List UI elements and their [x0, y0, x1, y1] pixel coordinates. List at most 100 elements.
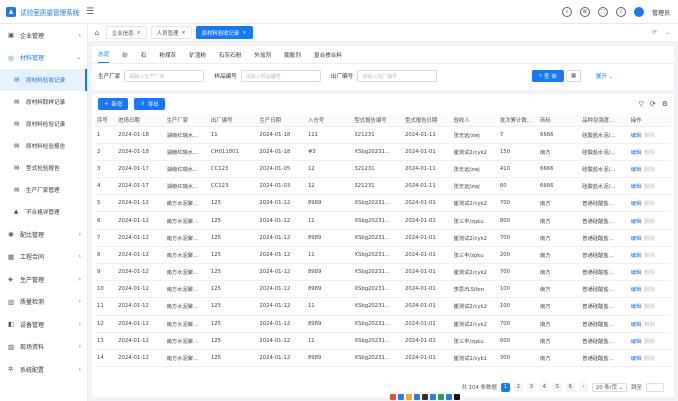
tray-icon[interactable]: [446, 394, 452, 400]
sidebar-item[interactable]: ◈ 生产管理 ›: [0, 268, 87, 291]
table-row[interactable]: 3 2024-01-17 湖南红瑞水... CC123 2024-01-05 12 3212…: [95, 160, 671, 179]
sidebar-item[interactable]: ◧ 设备管理 ›: [0, 313, 87, 336]
export-button[interactable]: ⇩ 导出: [134, 98, 165, 110]
jump-input[interactable]: [646, 382, 664, 392]
sidebar-subitem[interactable]: ▤ 原材料取样记录: [0, 91, 87, 113]
table-row[interactable]: 12 2024-01-12 南方水泥聚... 125 2024-01-12 8989 XSb…: [95, 315, 671, 333]
user-settings-icon[interactable]: ⚙: [579, 7, 590, 17]
sidebar-item[interactable]: ▦ 工程合同 ›: [0, 246, 87, 269]
table-row[interactable]: 6 2024-01-12 南方水泥聚... 125 2024-01-12 11 XSbg20…: [95, 211, 671, 230]
notification-icon[interactable]: ♪: [615, 7, 626, 17]
sidebar-subitem[interactable]: ▤ 原材料验收记录: [0, 69, 87, 91]
delete-link[interactable]: 删除: [644, 287, 655, 293]
page-button[interactable]: 2: [513, 382, 523, 392]
add-button[interactable]: + 新增: [98, 98, 129, 110]
table-row[interactable]: 11 2024-01-12 南方水泥聚... 125 2024-01-12 11 XSbg2…: [95, 297, 671, 316]
query-button[interactable]: ⌕ 查 询: [532, 70, 564, 82]
delete-link[interactable]: 删除: [644, 236, 655, 242]
edit-link[interactable]: 编辑: [631, 356, 642, 362]
delete-link[interactable]: 删除: [644, 184, 655, 190]
avatar[interactable]: [633, 7, 644, 17]
table-row[interactable]: 10 2024-01-12 南方水泥聚... 125 2024-01-12 8989 XSb…: [95, 280, 671, 299]
material-tab[interactable]: 矿渣粉: [189, 51, 206, 63]
delete-link[interactable]: 删除: [644, 253, 655, 259]
edit-link[interactable]: 编辑: [631, 304, 642, 310]
material-tab[interactable]: 石灰石粉: [219, 51, 241, 63]
material-tab[interactable]: 粉煤灰: [159, 51, 176, 63]
sidebar-item[interactable]: ◉ 配比管理 ›: [0, 223, 87, 246]
delete-link[interactable]: 删除: [644, 167, 655, 173]
edit-link[interactable]: 编辑: [631, 339, 642, 345]
page-tab[interactable]: 企业信息 ×: [106, 26, 147, 39]
delete-link[interactable]: 删除: [644, 219, 655, 225]
edit-link[interactable]: 编辑: [631, 322, 642, 328]
delete-link[interactable]: 删除: [644, 322, 655, 328]
material-tab[interactable]: 复合掺合料: [314, 51, 342, 63]
material-tab[interactable]: 水泥: [98, 50, 110, 63]
filter-input[interactable]: 请输入生产厂家: [124, 70, 205, 82]
tray-icon[interactable]: [390, 394, 396, 400]
table-row[interactable]: 1 2024-01-18 湖南红瑞水... 11 2024-01-18 111 321231…: [95, 126, 671, 144]
sidebar-subitem[interactable]: ▤ 型式检验报告: [0, 157, 87, 179]
tray-icon[interactable]: [430, 394, 436, 400]
edit-link[interactable]: 编辑: [631, 219, 642, 225]
reset-button[interactable]: ▦: [566, 70, 582, 82]
more-icon[interactable]: ⌄: [665, 29, 670, 36]
home-icon[interactable]: ⌂: [88, 29, 106, 37]
expand-button[interactable]: 展开 ⌄: [596, 72, 613, 80]
sidebar-item[interactable]: ▣ 企业管理 ›: [0, 24, 87, 47]
page-size-select[interactable]: 20 条/页 ⌄: [591, 382, 628, 392]
sidebar-item[interactable]: ▥ 质量检测 ›: [0, 291, 87, 314]
tray-icon[interactable]: [406, 394, 412, 400]
edit-link[interactable]: 编辑: [631, 287, 642, 293]
material-tab[interactable]: 外加剂: [254, 51, 271, 63]
delete-link[interactable]: 删除: [644, 133, 655, 139]
tray-icon[interactable]: [398, 394, 404, 400]
edit-link[interactable]: 编辑: [631, 133, 642, 139]
delete-link[interactable]: 删除: [644, 270, 655, 276]
page-button[interactable]: 3: [526, 382, 536, 392]
settings-icon[interactable]: ⚙: [662, 100, 668, 108]
close-icon[interactable]: ×: [242, 30, 246, 36]
sidebar-subitem[interactable]: ▤ 原材料检验报告: [0, 135, 87, 157]
edit-link[interactable]: 编辑: [631, 253, 642, 259]
table-row[interactable]: 7 2024-01-12 南方水泥聚... 125 2024-01-12 8989 XSbg…: [95, 229, 671, 247]
tray-icon[interactable]: [414, 394, 420, 400]
edit-link[interactable]: 编辑: [631, 184, 642, 190]
edit-link[interactable]: 编辑: [631, 167, 642, 173]
delete-link[interactable]: 删除: [644, 339, 655, 345]
tray-icon[interactable]: [438, 394, 444, 400]
fullscreen-icon[interactable]: ⛶: [597, 7, 608, 17]
table-row[interactable]: 2 2024-01-18 湖南红瑞水... CH011801 2024-01-18 #3 X…: [95, 143, 671, 161]
edit-link[interactable]: 编辑: [631, 270, 642, 276]
delete-link[interactable]: 删除: [644, 150, 655, 156]
delete-link[interactable]: 删除: [644, 356, 655, 362]
tray-icon[interactable]: [422, 394, 428, 400]
delete-link[interactable]: 删除: [644, 304, 655, 310]
table-row[interactable]: 14 2024-01-12 南方水泥聚... 125 2024-01-12 8989 XSb…: [95, 349, 671, 368]
page-button[interactable]: 4: [539, 382, 549, 392]
table-row[interactable]: 5 2024-01-12 南方水泥聚... 125 2024-01-12 8989 XSbg…: [95, 194, 671, 213]
sidebar-item[interactable]: ✲ 系统配置 ›: [0, 358, 87, 381]
page-button[interactable]: 5: [552, 382, 562, 392]
tray-icon[interactable]: [454, 394, 460, 400]
close-icon[interactable]: ×: [137, 30, 141, 36]
search-icon[interactable]: ⌕: [561, 7, 572, 17]
refresh-icon[interactable]: ⟳: [650, 100, 656, 108]
page-tab[interactable]: 原材料验收记录 ×: [195, 26, 253, 39]
page-button[interactable]: 1: [500, 382, 510, 392]
material-tab[interactable]: 石: [141, 51, 147, 63]
page-button[interactable]: 6: [565, 382, 575, 392]
refresh-icon[interactable]: ⟳: [652, 29, 657, 36]
table-row[interactable]: 8 2024-01-12 南方水泥聚... 125 2024-01-12 11 XSbg20…: [95, 246, 671, 265]
table-row[interactable]: 4 2024-01-17 湖南红瑞水... CC123 2024-01-03 12 3212…: [95, 177, 671, 196]
close-icon[interactable]: ×: [181, 30, 185, 36]
sidebar-subitem[interactable]: ▲ 不合格详管理: [0, 201, 87, 223]
table-row[interactable]: 9 2024-01-12 南方水泥聚... 125 2024-01-12 8989 XSbg…: [95, 263, 671, 282]
edit-link[interactable]: 编辑: [631, 150, 642, 156]
menu-toggle-icon[interactable]: ☰: [86, 7, 100, 17]
sidebar-subitem[interactable]: ▤ 生产厂家管理: [0, 179, 87, 201]
sidebar-item[interactable]: ▨ 现场资料 ›: [0, 336, 87, 359]
filter-icon[interactable]: ▽: [638, 100, 643, 108]
next-page-icon[interactable]: ›: [578, 382, 588, 392]
